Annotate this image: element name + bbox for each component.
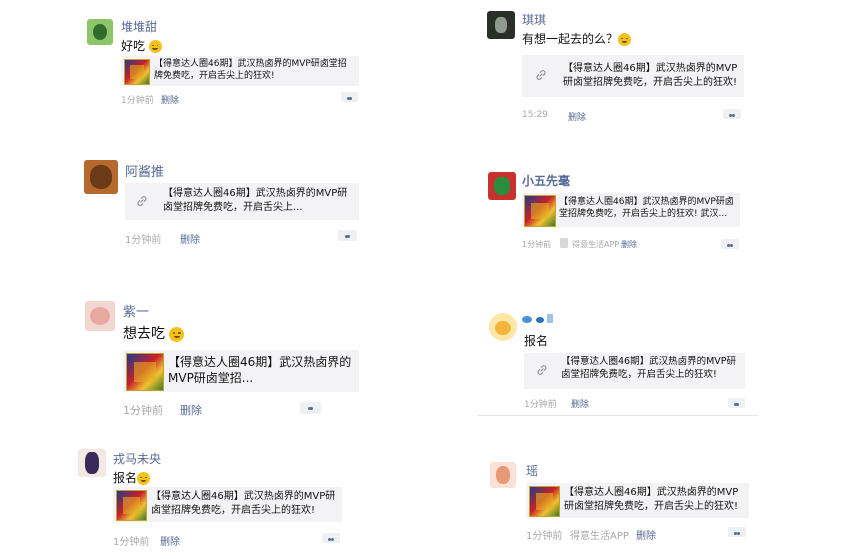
poster-name[interactable]: 阿酱推: [125, 161, 164, 180]
avatar[interactable]: [488, 172, 516, 200]
delete-link[interactable]: 删除: [636, 527, 656, 542]
post-text-content: 想去吃: [123, 326, 165, 342]
avatar-figure: [494, 177, 510, 195]
delete-link[interactable]: 删除: [180, 402, 202, 418]
poster-name[interactable]: 瑶: [526, 462, 538, 479]
shared-link-card[interactable]: 【得意达人圈46期】武汉热卤界的MVP研卤堂招牌免费吃，开启舌尖上的狂欢!: [526, 483, 749, 518]
link-icon: [537, 365, 547, 375]
delete-link[interactable]: 删除: [180, 231, 200, 246]
post-text: 好吃: [121, 37, 162, 54]
poster-name[interactable]: 戎马未央: [113, 450, 161, 467]
avatar[interactable]: [490, 462, 516, 488]
poster-name[interactable]: 琪琪: [522, 11, 546, 28]
avatar-face: [90, 165, 112, 189]
link-title: 【得意达人圈46期】武汉热卤界的MVP研卤堂招牌免费吃，开启舌尖上的狂欢! 武汉…: [559, 197, 734, 220]
link-thumbnail: [529, 486, 560, 517]
post-text: 报名: [524, 334, 549, 348]
avatar-figure: [85, 452, 99, 474]
post-time: 1分钟前: [526, 531, 563, 542]
shared-link-card[interactable]: 【得意达人圈46期】武汉热卤界的MVP研卤堂招...: [123, 350, 359, 392]
poster-name-emoji[interactable]: [522, 313, 553, 326]
post-time: 1分钟前: [123, 404, 163, 417]
fish-emoji-icon: [522, 316, 532, 323]
link-icon: [137, 196, 147, 206]
shared-link-card[interactable]: 【得意达人圈46期】武汉热卤界的MVP研卤堂招牌免费吃，开启舌尖上的狂欢!: [522, 55, 744, 97]
post-time: 15:29: [522, 110, 548, 120]
post-text-content: 有想一起去的么？: [522, 32, 619, 46]
avatar[interactable]: [84, 160, 118, 194]
shared-link-card[interactable]: 【得意达人圈46期】武汉热卤界的MVP研卤堂招牌免费吃，开启舌尖上的狂欢! 武汉…: [522, 193, 740, 227]
avatar[interactable]: [85, 301, 115, 331]
heart-eyes-emoji-icon: [169, 326, 185, 342]
link-title: 【得意达人圈46期】武汉热卤界的MVP研卤堂招牌免费吃，开启舌尖上的狂欢!: [561, 356, 737, 380]
smile-emoji-icon: [618, 33, 632, 46]
post-text: 想去吃: [123, 323, 185, 343]
link-title: 【得意达人圈46期】武汉热卤界的MVP研卤堂招...: [168, 355, 352, 386]
poster-name[interactable]: 小五先毫: [522, 172, 570, 189]
comment-menu-button[interactable]: [341, 92, 358, 102]
post-source[interactable]: 得意生活APP: [572, 239, 619, 250]
link-thumbnail: [126, 353, 164, 391]
blush-emoji-icon: [137, 472, 151, 485]
link-title: 【得意达人圈46期】武汉热卤界的MVP研卤堂招牌免费吃，开启舌尖上的狂欢!: [151, 491, 336, 516]
link-title: 【得意达人圈46期】武汉热卤界的MVP研卤堂招牌免费吃，开启舌尖上的狂欢!: [563, 63, 738, 88]
separator: [478, 415, 758, 416]
smile-emoji-icon: [148, 40, 162, 53]
comment-menu-button[interactable]: [322, 533, 340, 543]
post-time: 1分钟前: [524, 400, 557, 410]
delete-link[interactable]: 删除: [568, 110, 586, 123]
link-title: 【得意达人圈46期】武汉热卤界的MVP研卤堂招牌免费吃，开启舌尖上的狂欢!: [564, 487, 739, 512]
avatar[interactable]: [489, 313, 517, 341]
shared-link-card[interactable]: 【得意达人圈46期】武汉热卤界的MVP研卤堂招牌免费吃，开启舌尖上...: [125, 183, 359, 220]
comment-menu-button[interactable]: [300, 402, 321, 414]
shared-link-card[interactable]: 【得意达人圈46期】武汉热卤界的MVP研卤堂招牌免费吃，开启舌尖上的狂欢!: [524, 353, 745, 389]
poster-name[interactable]: 堆堆甜: [121, 18, 157, 35]
avatar-figure: [93, 24, 107, 40]
avatar-figure: [495, 17, 507, 33]
avatar-face: [495, 321, 511, 335]
avatar[interactable]: [487, 11, 515, 39]
delete-link[interactable]: 删除: [571, 397, 589, 410]
delete-link[interactable]: 删除: [161, 93, 179, 106]
cheers-emoji-icon: [547, 314, 553, 323]
poster-name[interactable]: 紫一: [123, 301, 149, 320]
link-thumbnail: [524, 195, 556, 227]
delete-link[interactable]: 删除: [160, 533, 180, 548]
avatar[interactable]: [78, 449, 106, 477]
shared-link-card[interactable]: 【得意达人圈46期】武汉热卤界的MVP研卤堂招牌免费吃，开启舌尖上的狂欢!: [113, 487, 342, 522]
shared-link-card[interactable]: 【得意达人圈46期】武汉热卤界的MVP研卤堂招牌免费吃，开启舌尖上的狂欢!: [121, 56, 359, 86]
avatar-figure: [496, 466, 510, 484]
post-text: 报名: [113, 469, 151, 486]
link-title: 【得意达人圈46期】武汉热卤界的MVP研卤堂招牌免费吃，开启舌尖上的狂欢!: [154, 59, 347, 82]
comment-menu-button[interactable]: [728, 398, 745, 408]
comment-menu-button[interactable]: [723, 109, 741, 119]
link-thumbnail: [124, 59, 150, 85]
post-source[interactable]: 得意生活APP: [570, 527, 629, 542]
link-thumbnail: [116, 490, 147, 521]
app-icon: [560, 238, 568, 248]
comment-menu-button[interactable]: [338, 230, 357, 241]
fish-emoji-icon: [535, 317, 544, 323]
post-text-content: 报名: [113, 471, 138, 485]
post-text-content: 好吃: [121, 39, 146, 53]
post-time: 1分钟前: [121, 96, 154, 106]
link-icon: [536, 70, 546, 80]
post-text: 有想一起去的么？: [522, 30, 632, 47]
delete-link[interactable]: 删除: [621, 239, 637, 250]
comment-menu-button[interactable]: [728, 527, 746, 537]
avatar[interactable]: [87, 19, 113, 45]
post-time: 1分钟前: [522, 240, 552, 249]
post-time: 1分钟前: [113, 537, 150, 548]
post-time: 1分钟前: [125, 235, 162, 246]
link-title: 【得意达人圈46期】武汉热卤界的MVP研卤堂招牌免费吃，开启舌尖上...: [163, 188, 348, 213]
avatar-face: [90, 307, 110, 325]
comment-menu-button[interactable]: [721, 239, 739, 249]
